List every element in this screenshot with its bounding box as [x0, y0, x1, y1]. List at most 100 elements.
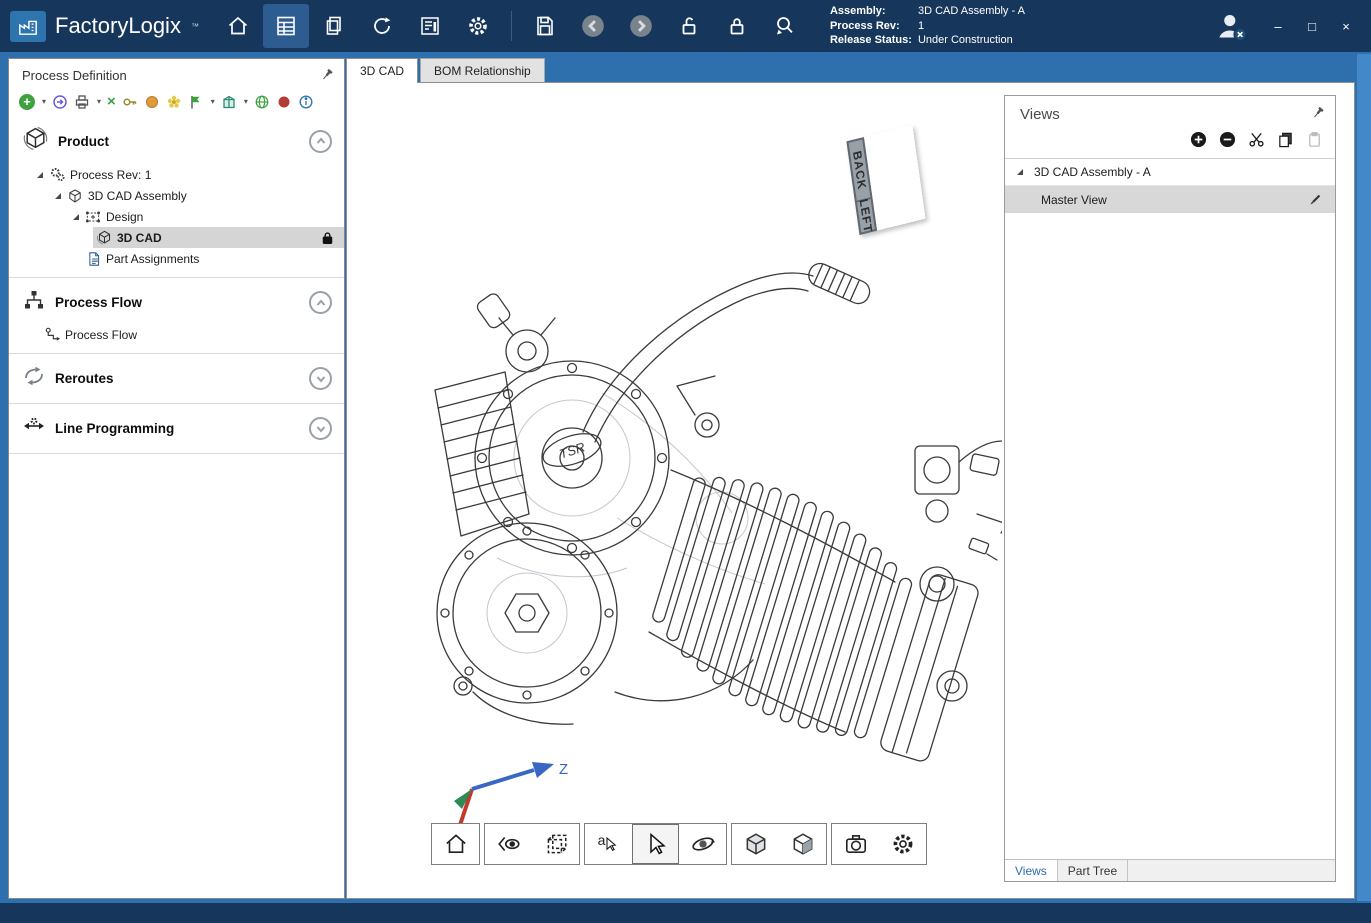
- print-dropdown-icon[interactable]: ▾: [97, 97, 101, 106]
- sync-button[interactable]: [359, 4, 405, 48]
- process-definition-button[interactable]: [263, 4, 309, 48]
- home-view-button[interactable]: [432, 824, 479, 864]
- orbit-button[interactable]: [679, 824, 726, 864]
- remove-view-icon[interactable]: [1219, 131, 1236, 148]
- save-button[interactable]: [522, 4, 568, 48]
- user-logout-button[interactable]: [1199, 4, 1263, 48]
- section-reroutes[interactable]: Reroutes: [9, 357, 344, 400]
- edit-pencil-icon[interactable]: [1307, 192, 1323, 208]
- collapse-product-button[interactable]: [309, 130, 332, 153]
- expand-reroutes-button[interactable]: [309, 367, 332, 390]
- release-icon[interactable]: [144, 94, 160, 110]
- content-area: Process Definition +▾ ▾ × ▾ ▾: [0, 52, 1371, 903]
- engine-wireframe-image: TSR: [377, 218, 1002, 763]
- expand-line-programming-button[interactable]: [309, 417, 332, 440]
- tab-part-tree[interactable]: Part Tree: [1058, 860, 1128, 881]
- main-area: 3D CAD BOM Relationship: [346, 58, 1355, 899]
- tree-item-design[interactable]: Design: [9, 206, 344, 227]
- tree-item-3d-cad[interactable]: 3D CAD: [9, 227, 344, 248]
- bounding-box-button[interactable]: [532, 824, 579, 864]
- templates-button[interactable]: [311, 4, 357, 48]
- selected-row-highlight: 3D CAD: [93, 227, 344, 248]
- views-root-label: 3D CAD Assembly - A: [1034, 165, 1151, 179]
- process-definition-panel: Process Definition +▾ ▾ × ▾ ▾: [8, 58, 345, 899]
- views-tree-item-master-view[interactable]: Master View: [1005, 186, 1335, 213]
- views-toolbar: [1005, 123, 1335, 158]
- flow-icon: [43, 326, 61, 343]
- tree-item-process-rev[interactable]: Process Rev: 1: [9, 164, 344, 185]
- record-icon[interactable]: [276, 94, 292, 110]
- views-tree-root[interactable]: 3D CAD Assembly - A: [1005, 159, 1335, 186]
- views-tree: 3D CAD Assembly - A Master View: [1005, 158, 1335, 859]
- tree-item-part-assignments[interactable]: Part Assignments: [9, 248, 344, 269]
- tab-bom-relationship[interactable]: BOM Relationship: [420, 58, 545, 82]
- cut-icon[interactable]: [1248, 131, 1265, 148]
- unlock-button[interactable]: [666, 4, 712, 48]
- expander-icon[interactable]: [73, 214, 79, 220]
- pin-icon[interactable]: [319, 68, 334, 83]
- expander-icon[interactable]: [1017, 169, 1023, 175]
- home-button[interactable]: [215, 4, 261, 48]
- select-button[interactable]: [632, 824, 679, 864]
- forward-button[interactable]: [618, 4, 664, 48]
- copy-icon[interactable]: [1277, 131, 1294, 148]
- add-dropdown-icon[interactable]: ▾: [42, 97, 46, 106]
- key-icon[interactable]: [122, 94, 138, 110]
- back-button[interactable]: [570, 4, 616, 48]
- add-icon[interactable]: +: [19, 94, 35, 110]
- reports-button[interactable]: [407, 4, 453, 48]
- section-product[interactable]: Product: [9, 118, 344, 164]
- view-cube[interactable]: BACK LEFT: [846, 125, 925, 235]
- tree-item-process-flow[interactable]: Process Flow: [9, 324, 344, 345]
- audit-search-button[interactable]: [762, 4, 808, 48]
- package-dropdown-icon[interactable]: ▾: [244, 97, 248, 106]
- snapshot-button[interactable]: [832, 824, 879, 864]
- package-icon[interactable]: [221, 94, 237, 110]
- views-panel-title: Views: [1020, 106, 1060, 123]
- view-cube-back-face[interactable]: BACK: [846, 137, 872, 203]
- paste-icon[interactable]: [1306, 131, 1323, 148]
- pin-icon[interactable]: [1310, 106, 1325, 121]
- minimize-button[interactable]: –: [1263, 13, 1293, 39]
- cad-cube-icon: [95, 229, 113, 246]
- template-icon[interactable]: [166, 94, 182, 110]
- viewer-toolbar: a: [431, 823, 927, 865]
- cad-viewport[interactable]: TSR BACK LEFT Z: [346, 82, 1355, 899]
- release-status-label: Release Status:: [830, 33, 918, 48]
- look-at-button[interactable]: [485, 824, 532, 864]
- flag-dropdown-icon[interactable]: ▾: [211, 97, 215, 106]
- collapse-process-flow-button[interactable]: [309, 291, 332, 314]
- tab-views[interactable]: Views: [1005, 860, 1058, 881]
- globe-icon[interactable]: [254, 94, 270, 110]
- close-button[interactable]: ×: [1331, 13, 1361, 39]
- release-status-value: Under Construction: [918, 33, 1013, 48]
- lock-button[interactable]: [714, 4, 760, 48]
- info-icon[interactable]: [298, 94, 314, 110]
- face-select-button[interactable]: [779, 824, 826, 864]
- tab-3d-cad[interactable]: 3D CAD: [346, 58, 418, 83]
- section-label: Line Programming: [55, 421, 174, 436]
- settings-button[interactable]: [455, 4, 501, 48]
- select-label-button[interactable]: a: [585, 824, 632, 864]
- section-line-programming[interactable]: Line Programming: [9, 407, 344, 450]
- tree-item-label: Process Rev: 1: [70, 168, 151, 182]
- tree-item-assembly[interactable]: 3D CAD Assembly: [9, 185, 344, 206]
- expander-icon[interactable]: [37, 172, 43, 178]
- divider: [9, 353, 344, 354]
- master-view-label: Master View: [1041, 193, 1107, 207]
- document-info: Assembly:3D CAD Assembly - A Process Rev…: [830, 4, 1025, 48]
- section-label: Process Flow: [55, 295, 142, 310]
- maximize-button[interactable]: □: [1297, 13, 1327, 39]
- remove-process-icon[interactable]: ×: [107, 93, 116, 110]
- print-icon[interactable]: [74, 94, 90, 110]
- view-cube-left-face[interactable]: LEFT: [855, 199, 877, 235]
- section-process-flow[interactable]: Process Flow: [9, 281, 344, 324]
- flag-icon[interactable]: [188, 94, 204, 110]
- view-cube-back-label: BACK: [850, 149, 869, 191]
- expander-icon[interactable]: [55, 193, 61, 199]
- shaded-view-button[interactable]: [732, 824, 779, 864]
- app-logo: FactoryLogix™: [0, 11, 215, 42]
- add-view-icon[interactable]: [1190, 131, 1207, 148]
- navigate-icon[interactable]: [52, 94, 68, 110]
- viewer-settings-button[interactable]: [879, 824, 926, 864]
